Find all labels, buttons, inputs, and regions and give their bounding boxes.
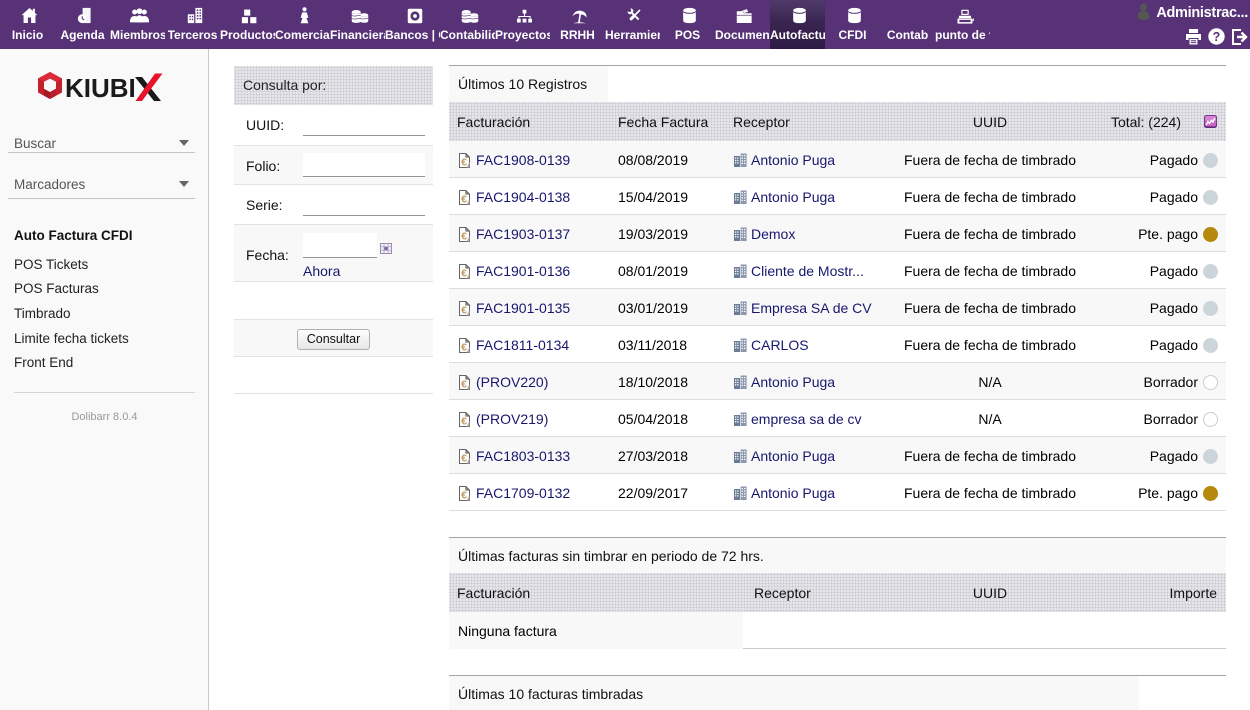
svg-text:?: ? [1213,30,1221,44]
svg-text:KIUBI: KIUBI [65,73,136,103]
svg-text:€: € [461,416,467,427]
svg-text:€: € [461,157,467,168]
svg-text:€: € [461,268,467,279]
svg-text:€: € [461,194,467,205]
svg-text:€: € [461,379,467,390]
svg-text:€: € [461,342,467,353]
svg-text:€: € [461,231,467,242]
svg-text:€: € [461,305,467,316]
svg-text:€: € [461,453,467,464]
svg-text:€: € [461,490,467,501]
